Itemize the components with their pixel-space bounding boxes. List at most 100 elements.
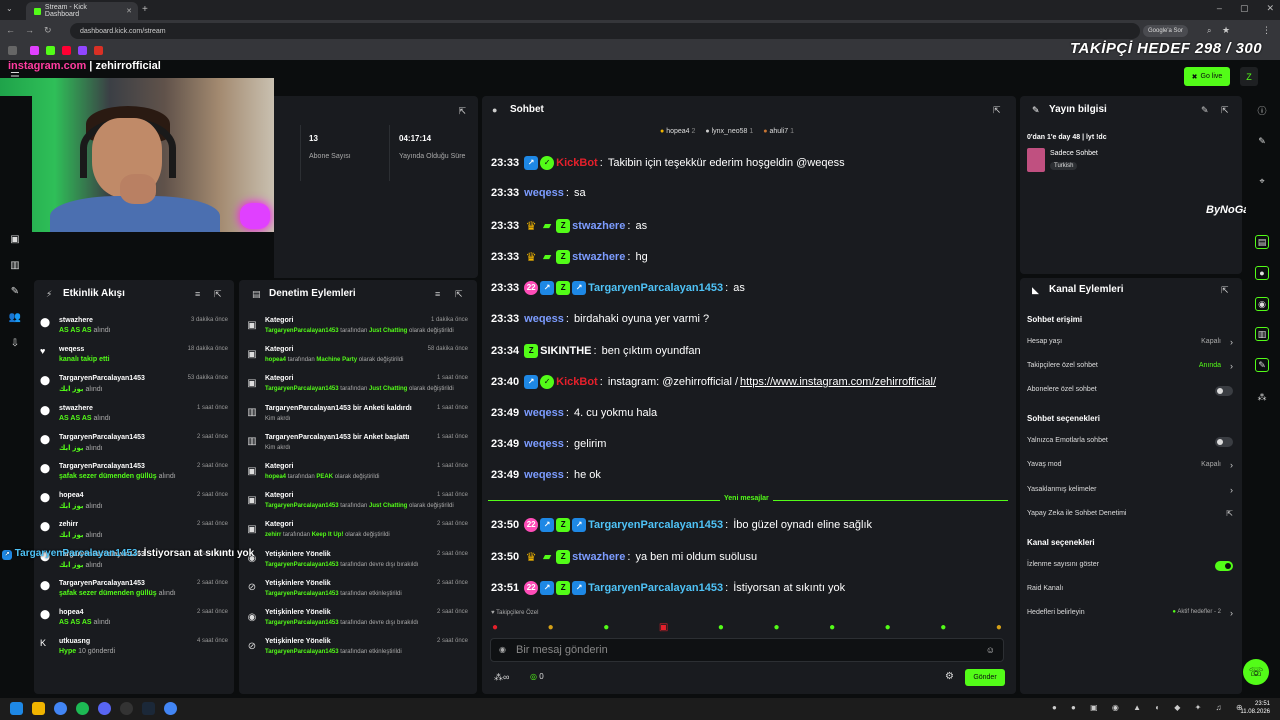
obs-icon[interactable] <box>120 702 133 715</box>
filter-icon[interactable]: ≡ <box>195 289 200 299</box>
message-username[interactable]: weqess <box>524 469 564 481</box>
reload-icon[interactable]: ↻ <box>44 25 52 36</box>
emote-icon[interactable]: ● <box>603 622 609 633</box>
tab-search-icon[interactable]: ⌄ <box>6 4 13 13</box>
bookmark-apps-icon[interactable] <box>8 46 17 55</box>
emoji-toggle-icon[interactable]: ◉ <box>499 645 506 654</box>
ai-mod-row[interactable]: Yapay Zeka ile Sohbet Denetimi ⇱ <box>1027 509 1235 522</box>
file-explorer-icon[interactable] <box>32 702 45 715</box>
subs-chat-toggle[interactable] <box>1215 386 1233 396</box>
message-username[interactable]: KickBot <box>556 376 598 388</box>
message-username[interactable]: stwazhere <box>572 220 625 232</box>
popout-icon[interactable]: ⇱ <box>1221 105 1229 116</box>
emotes-only-toggle[interactable] <box>1215 437 1233 447</box>
document-icon[interactable]: ▤ <box>1255 235 1269 249</box>
steam-icon[interactable] <box>142 702 155 715</box>
message-link[interactable]: https://www.instagram.com/zehirrofficial… <box>740 376 936 388</box>
mod-shield-icon[interactable]: ⁂ <box>1255 390 1269 404</box>
nav-stream-settings-icon[interactable]: ⇩ <box>8 336 22 350</box>
message-username[interactable]: SIKINTHE <box>540 345 591 357</box>
banned-words-row[interactable]: Yasaklanmış kelimeler › <box>1027 485 1235 498</box>
chrome-icon[interactable] <box>54 702 67 715</box>
system-tray[interactable]: ● ● ▣ ◉ ▲ ◐ ◆ ✦ ♫ ⊕ <box>1052 703 1249 712</box>
emote-picker-icon[interactable]: ☺ <box>986 645 995 655</box>
help-chat-button[interactable]: ☏ <box>1243 659 1269 685</box>
new-tab-icon[interactable]: + <box>142 4 148 15</box>
close-window-icon[interactable]: ✕ <box>1266 3 1274 14</box>
windows-start-icon[interactable] <box>10 702 23 715</box>
bookmark-youtube-icon[interactable] <box>62 46 71 55</box>
popout-icon[interactable]: ⇱ <box>1221 285 1229 296</box>
message-username[interactable]: TargaryenParcalayan1453 <box>588 282 723 294</box>
bookmark-kick-icon[interactable] <box>46 46 55 55</box>
bookmark-gmail-icon[interactable] <box>94 46 103 55</box>
chrome-active-icon[interactable] <box>164 702 177 715</box>
broadcast-icon[interactable]: ◉ <box>1255 297 1269 311</box>
pen-icon[interactable]: ✎ <box>1255 134 1269 148</box>
info-icon[interactable]: ⓘ <box>1255 103 1269 117</box>
chat-icon[interactable]: ● <box>1255 266 1269 280</box>
message-username[interactable]: weqess <box>524 407 564 419</box>
message-username[interactable]: weqess <box>524 438 564 450</box>
minimize-icon[interactable]: – <box>1217 3 1222 14</box>
message-username[interactable]: weqess <box>524 313 564 325</box>
filter-icon[interactable]: ≡ <box>435 289 440 299</box>
edit-icon[interactable]: ✎ <box>1201 105 1209 116</box>
show-viewers-toggle[interactable] <box>1215 561 1233 571</box>
chat-settings-icon[interactable]: ⚙ <box>945 671 954 682</box>
forward-icon[interactable]: → <box>25 25 34 36</box>
maximize-icon[interactable]: ▢ <box>1240 3 1249 14</box>
system-clock[interactable]: 23:51 11.08.2026 <box>1240 700 1270 716</box>
message-username[interactable]: TargaryenParcalayan1453 <box>588 582 723 594</box>
back-icon[interactable]: ← <box>6 25 15 36</box>
close-icon[interactable]: ✕ <box>126 7 132 15</box>
goals-row[interactable]: Hedefleri belirleyin ● Aktif hedefler - 2… <box>1027 608 1235 621</box>
account-age-row[interactable]: Hesap yaşı Kapalı › <box>1027 337 1235 350</box>
kick-home-button[interactable]: Z <box>1240 67 1258 86</box>
gifter-3[interactable]: ● ahuli7 1 <box>763 128 794 135</box>
popout-icon[interactable]: ⇱ <box>214 289 222 300</box>
nav-community-icon[interactable]: 👥 <box>8 310 22 324</box>
message-username[interactable]: KickBot <box>556 157 598 169</box>
wrench-icon[interactable]: ✎ <box>1255 358 1269 372</box>
send-button[interactable]: Gönder <box>965 669 1005 686</box>
bookmark-instagram-icon[interactable] <box>30 46 39 55</box>
menu-icon[interactable]: ⋮ <box>1262 25 1271 36</box>
emote-icon[interactable]: ▣ <box>659 622 668 633</box>
emote-icon[interactable]: ● <box>492 622 498 633</box>
layout-icon[interactable]: ▥ <box>1255 327 1269 341</box>
popout-icon[interactable]: ⇱ <box>455 289 463 300</box>
followers-chat-row[interactable]: Takipçilere özel sohbet Anında › <box>1027 361 1235 374</box>
discord-icon[interactable] <box>98 702 111 715</box>
channel-points[interactable]: ◎ 0 <box>530 672 544 681</box>
target-icon[interactable]: ⌖ <box>1255 174 1269 188</box>
message-username[interactable]: stwazhere <box>572 251 625 263</box>
message-username[interactable]: weqess <box>524 187 564 199</box>
bookmark-twitch-icon[interactable] <box>78 46 87 55</box>
gifter-1[interactable]: ● hopea4 2 <box>660 128 695 135</box>
emote-icon[interactable]: ● <box>885 622 891 633</box>
gifter-2[interactable]: ● lynx_neo58 1 <box>705 128 753 135</box>
raid-row[interactable]: Raid Kanalı <box>1027 585 1235 597</box>
browser-tab[interactable]: Stream - Kick Dashboard ✕ <box>26 2 138 20</box>
emote-icon[interactable]: ● <box>548 622 554 633</box>
nav-tools-icon[interactable]: ✎ <box>8 284 22 298</box>
zoom-icon[interactable]: ⌕ <box>1207 26 1211 36</box>
nav-analytics-icon[interactable]: ▥ <box>8 258 22 272</box>
emote-icon[interactable]: ● <box>940 622 946 633</box>
nav-stream-icon[interactable]: ▣ <box>8 232 22 246</box>
google-ask-button[interactable]: Google'a Sor <box>1143 25 1188 37</box>
emote-icon[interactable]: ● <box>829 622 835 633</box>
emote-icon[interactable]: ● <box>996 622 1002 633</box>
popout-icon[interactable]: ⇱ <box>993 105 1001 116</box>
url-field[interactable]: dashboard.kick.com/stream <box>70 23 1140 39</box>
chat-input[interactable]: ◉ Bir mesaj gönderin ☺ <box>490 638 1004 662</box>
mod-tools-icon[interactable]: ⁂∞ <box>494 672 509 683</box>
message-username[interactable]: stwazhere <box>572 551 625 563</box>
message-username[interactable]: TargaryenParcalayan1453 <box>588 519 723 531</box>
star-icon[interactable]: ★ <box>1222 25 1230 36</box>
spotify-icon[interactable] <box>76 702 89 715</box>
emote-icon[interactable]: ● <box>773 622 779 633</box>
popout-icon[interactable]: ⇱ <box>458 106 466 117</box>
go-live-button[interactable]: ✖ Go live <box>1184 67 1230 86</box>
